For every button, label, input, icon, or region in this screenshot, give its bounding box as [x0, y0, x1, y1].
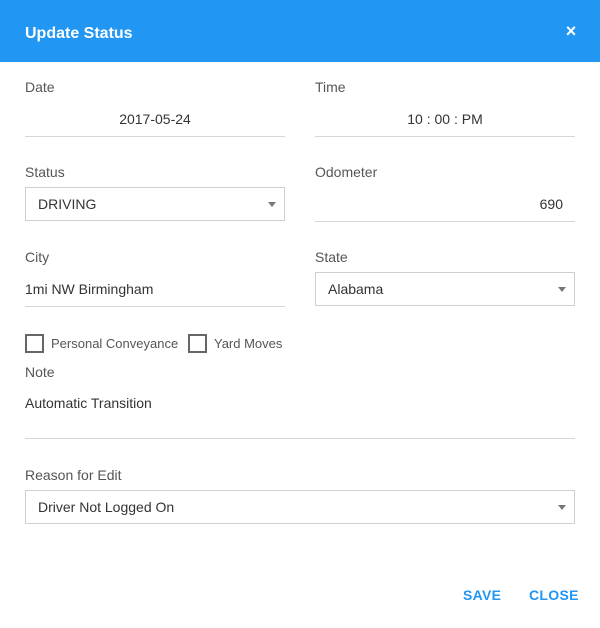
save-button[interactable]: SAVE	[463, 587, 501, 603]
state-select[interactable]: Alabama	[315, 272, 575, 306]
note-input[interactable]: Automatic Transition	[25, 394, 575, 412]
reason-select-value: Driver Not Logged On	[38, 499, 175, 515]
status-label: Status	[25, 164, 65, 180]
yard-moves-label: Yard Moves	[214, 336, 283, 351]
chevron-down-icon	[558, 287, 566, 292]
close-icon[interactable]: ×	[562, 22, 580, 40]
dialog-title: Update Status	[25, 25, 133, 42]
status-select[interactable]: DRIVING	[25, 187, 285, 221]
state-label: State	[315, 249, 348, 265]
personal-conveyance-label: Personal Conveyance	[51, 336, 179, 351]
city-label: City	[25, 249, 50, 265]
time-underline	[315, 136, 575, 137]
odometer-underline	[315, 221, 575, 222]
yard-moves-checkbox[interactable]	[188, 334, 207, 353]
city-underline	[25, 306, 285, 307]
time-label: Time	[315, 79, 346, 95]
city-input[interactable]: 1mi NW Birmingham	[25, 280, 285, 298]
close-button[interactable]: CLOSE	[529, 587, 579, 603]
note-underline	[25, 438, 575, 439]
reason-label: Reason for Edit	[25, 467, 122, 483]
date-label: Date	[25, 79, 55, 95]
status-select-value: DRIVING	[38, 196, 97, 212]
yard-moves-option[interactable]: Yard Moves	[188, 334, 288, 354]
personal-conveyance-option[interactable]: Personal Conveyance	[25, 334, 180, 354]
date-input[interactable]: 2017-05-24	[25, 110, 285, 128]
state-select-value: Alabama	[328, 281, 384, 297]
chevron-down-icon	[268, 202, 276, 207]
note-label: Note	[25, 364, 55, 380]
dialog-header: Update Status ×	[0, 0, 600, 62]
odometer-input[interactable]: 690	[315, 195, 563, 213]
time-input[interactable]: 10 : 00 : PM	[315, 110, 575, 128]
date-underline	[25, 136, 285, 137]
personal-conveyance-checkbox[interactable]	[25, 334, 44, 353]
update-status-dialog: Update Status × Date 2017-05-24 Time 10 …	[0, 0, 600, 628]
odometer-label: Odometer	[315, 164, 378, 180]
reason-select[interactable]: Driver Not Logged On	[25, 490, 575, 524]
chevron-down-icon	[558, 505, 566, 510]
